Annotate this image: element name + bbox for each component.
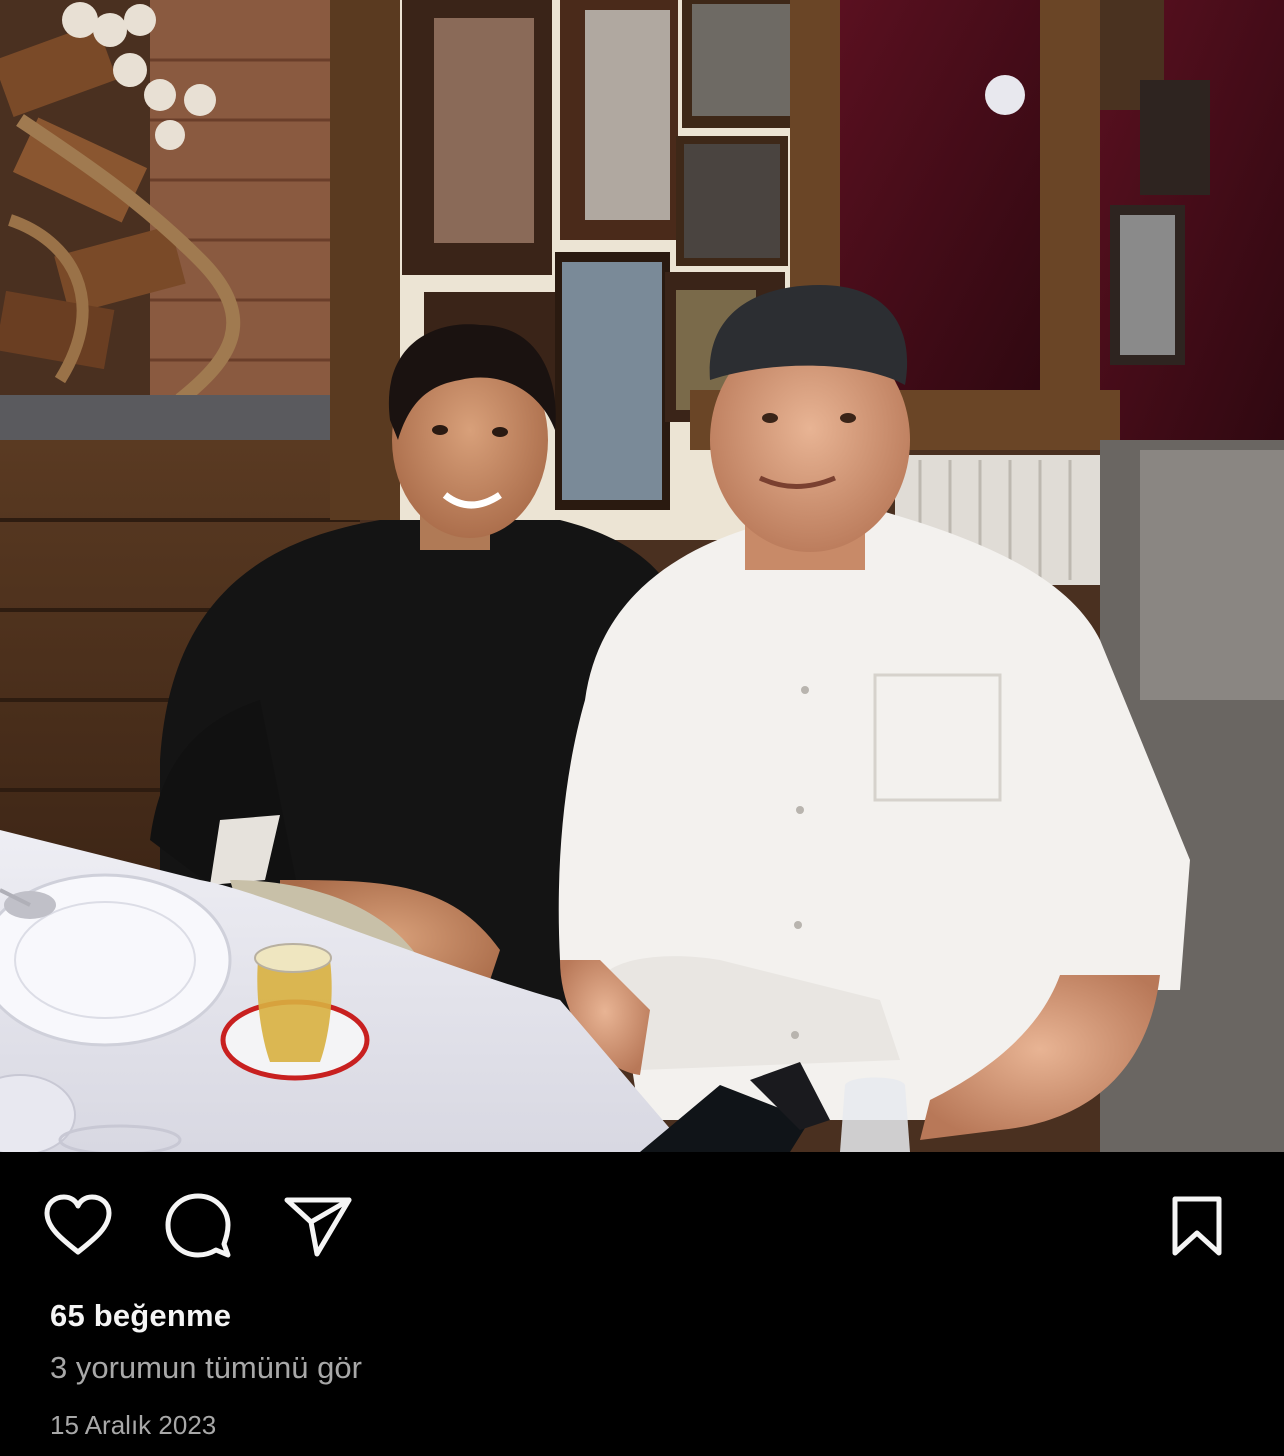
comment-bubble-icon[interactable]: [162, 1190, 234, 1262]
likes-count[interactable]: 65 beğenme: [50, 1298, 231, 1334]
heart-icon[interactable]: [42, 1190, 114, 1262]
restaurant-photo-image: [0, 0, 1284, 1152]
view-all-comments-link[interactable]: 3 yorumun tümünü gör: [50, 1350, 362, 1386]
paper-plane-icon[interactable]: [282, 1190, 354, 1262]
bookmark-icon[interactable]: [1161, 1190, 1233, 1262]
post-date: 15 Aralık 2023: [50, 1410, 217, 1440]
post-photo[interactable]: [0, 0, 1284, 1152]
